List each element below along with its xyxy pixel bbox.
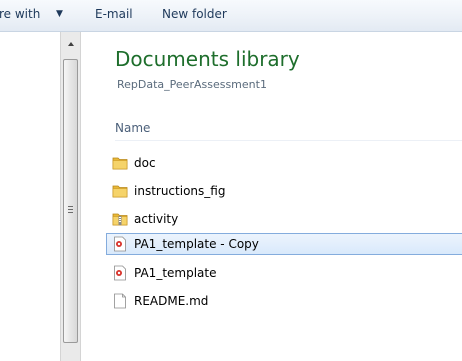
file-row-activity[interactable]: activity xyxy=(106,208,462,230)
file-name: PA1_template xyxy=(134,266,217,280)
file-row-readme[interactable]: README.md xyxy=(106,290,462,312)
file-name: instructions_fig xyxy=(134,184,226,198)
file-row-pa1-template-copy[interactable]: PA1_template - Copy xyxy=(106,233,462,255)
column-header-name[interactable]: Name xyxy=(115,120,150,136)
scroll-up-arrow-icon[interactable] xyxy=(68,42,74,46)
scrollbar-thumb[interactable] xyxy=(63,59,78,343)
nav-pane-scrollbar[interactable] xyxy=(60,32,81,361)
column-divider xyxy=(115,140,462,141)
file-list-pane: Documents library RepData_PeerAssessment… xyxy=(81,32,462,361)
file-row-doc[interactable]: doc xyxy=(106,152,462,174)
file-name: activity xyxy=(134,212,179,226)
new-folder-button[interactable]: New folder xyxy=(162,6,227,22)
folder-icon xyxy=(112,185,128,198)
file-name: doc xyxy=(134,156,156,170)
rmd-file-icon xyxy=(114,265,126,281)
blank-file-icon xyxy=(114,293,126,309)
file-name: PA1_template - Copy xyxy=(134,237,259,251)
share-with-menu[interactable]: re with xyxy=(0,6,40,22)
command-bar: re with ▼ E-mail New folder xyxy=(0,0,462,32)
library-title: Documents library xyxy=(115,47,300,71)
rmd-file-icon xyxy=(114,236,126,252)
file-row-instructions-fig[interactable]: instructions_fig xyxy=(106,180,462,202)
file-row-pa1-template[interactable]: PA1_template xyxy=(106,262,462,284)
file-name: README.md xyxy=(134,294,209,308)
zip-folder-icon xyxy=(112,213,128,226)
chevron-down-icon[interactable]: ▼ xyxy=(56,8,63,20)
library-subtitle: RepData_PeerAssessment1 xyxy=(117,78,267,91)
navigation-pane xyxy=(0,32,60,361)
grip-icon xyxy=(68,206,73,213)
folder-icon xyxy=(112,157,128,170)
email-button[interactable]: E-mail xyxy=(95,6,133,22)
